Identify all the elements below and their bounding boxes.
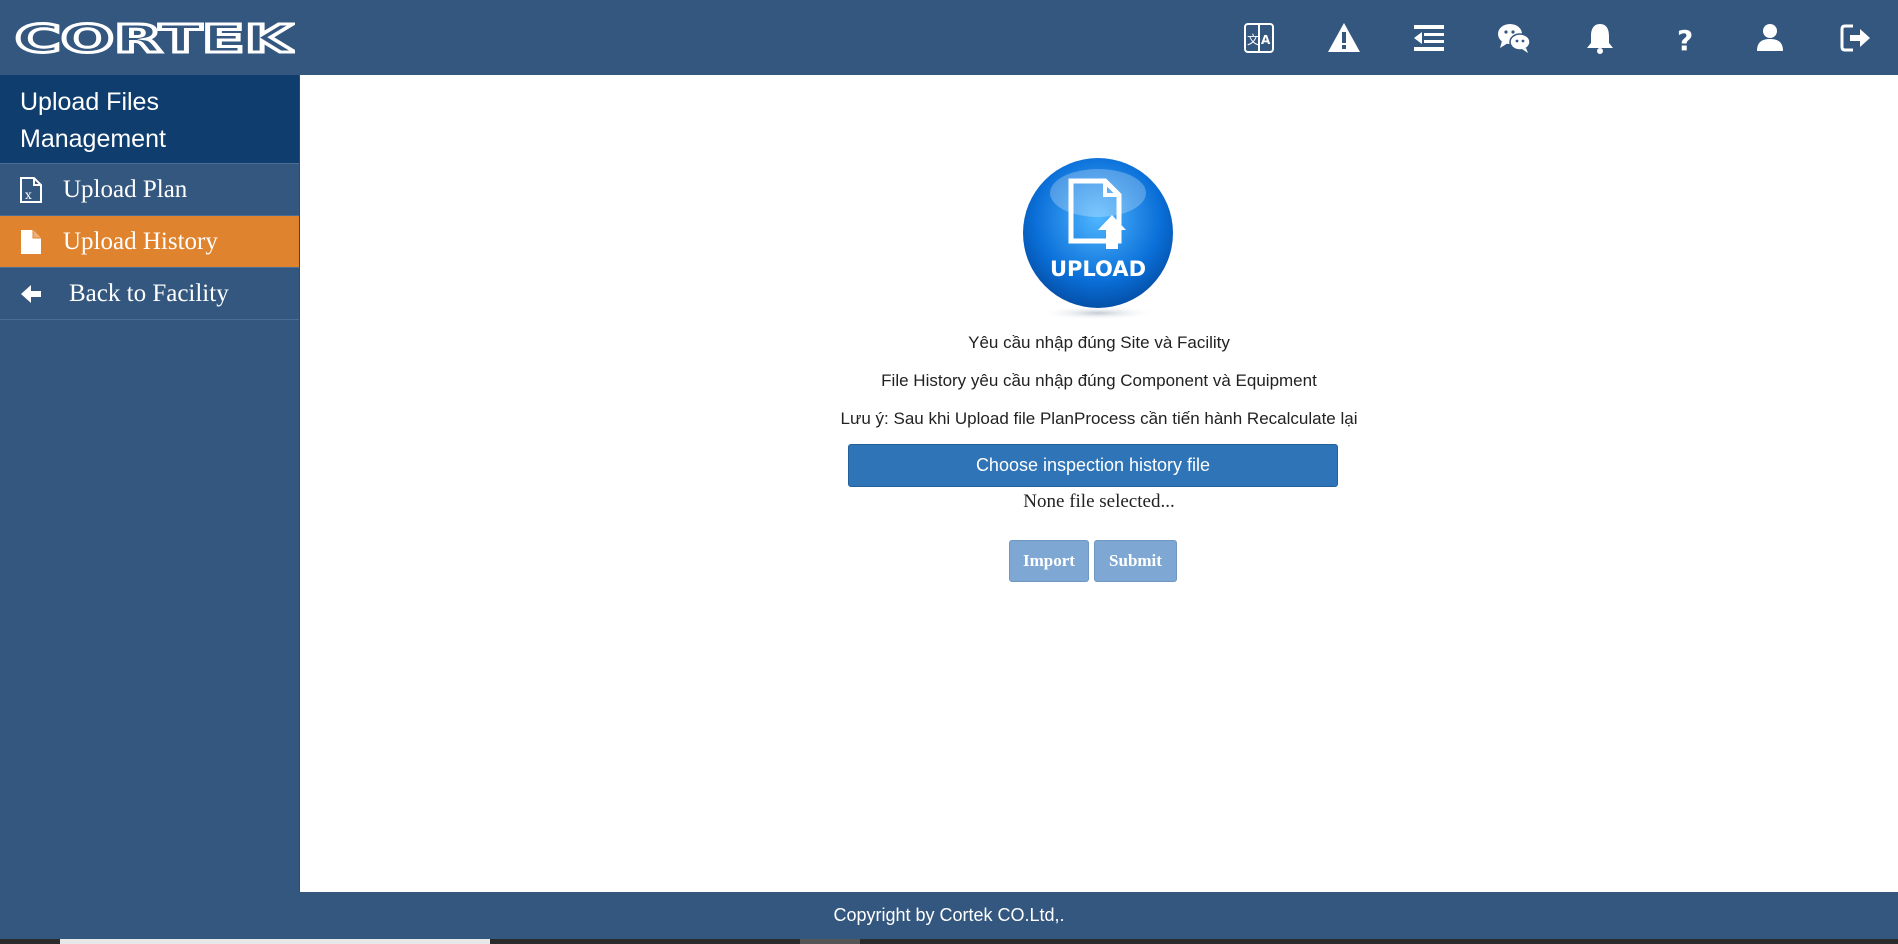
logout-icon[interactable] — [1836, 18, 1876, 58]
svg-text:x: x — [25, 188, 32, 202]
translate-icon[interactable]: 文 A — [1239, 18, 1279, 58]
sidebar-item-upload-plan[interactable]: x Upload Plan — [0, 164, 299, 216]
sidebar-title: Upload Files Management — [0, 75, 299, 164]
copyright-text: Copyright by Cortek CO.Ltd,. — [833, 905, 1065, 925]
user-icon[interactable] — [1750, 18, 1790, 58]
svg-text:CORTEK: CORTEK — [15, 18, 295, 58]
bell-icon[interactable] — [1580, 18, 1620, 58]
upload-icon: UPLOAD — [1023, 158, 1173, 320]
submit-button[interactable]: Submit — [1094, 540, 1177, 582]
sidebar-item-label: Back to Facility — [69, 279, 229, 307]
scrollbar-segment — [800, 939, 860, 944]
question-icon[interactable]: ? — [1665, 18, 1705, 58]
main-content: UPLOAD Yêu cầu nhập đúng Site và Facilit… — [300, 75, 1898, 892]
arrow-left-icon — [21, 285, 41, 303]
svg-text:文: 文 — [1247, 32, 1259, 47]
top-header: CORTEK 文 A ? — [0, 0, 1898, 75]
svg-text:A: A — [1261, 33, 1271, 47]
footer: Copyright by Cortek CO.Ltd,. — [0, 892, 1898, 939]
warning-icon[interactable] — [1324, 18, 1364, 58]
note-site-facility: Yêu cầu nhập đúng Site và Facility — [968, 333, 1230, 352]
bottom-scroll-strip — [0, 939, 1898, 944]
note-recalculate: Lưu ý: Sau khi Upload file PlanProcess c… — [840, 409, 1358, 428]
sidebar-item-back-to-facility[interactable]: Back to Facility — [0, 268, 299, 320]
choose-file-button[interactable]: Choose inspection history file — [848, 444, 1338, 487]
svg-text:UPLOAD: UPLOAD — [1050, 257, 1146, 281]
menu-indent-icon[interactable] — [1409, 18, 1449, 58]
sidebar-item-label: Upload Plan — [63, 175, 188, 203]
svg-text:?: ? — [1677, 24, 1693, 55]
note-component-equipment: File History yêu cầu nhập đúng Component… — [881, 371, 1317, 390]
chat-icon[interactable] — [1494, 18, 1534, 58]
sidebar: Upload Files Management x Upload Plan Up… — [0, 75, 300, 892]
file-icon — [21, 230, 41, 254]
excel-file-icon: x — [20, 177, 42, 203]
file-status-text: None file selected... — [1023, 491, 1175, 512]
sidebar-item-label: Upload History — [63, 227, 218, 255]
cortek-logo[interactable]: CORTEK — [13, 18, 296, 58]
import-button[interactable]: Import — [1009, 540, 1089, 582]
scrollbar-thumb[interactable] — [60, 939, 490, 944]
sidebar-item-upload-history[interactable]: Upload History — [0, 216, 299, 268]
